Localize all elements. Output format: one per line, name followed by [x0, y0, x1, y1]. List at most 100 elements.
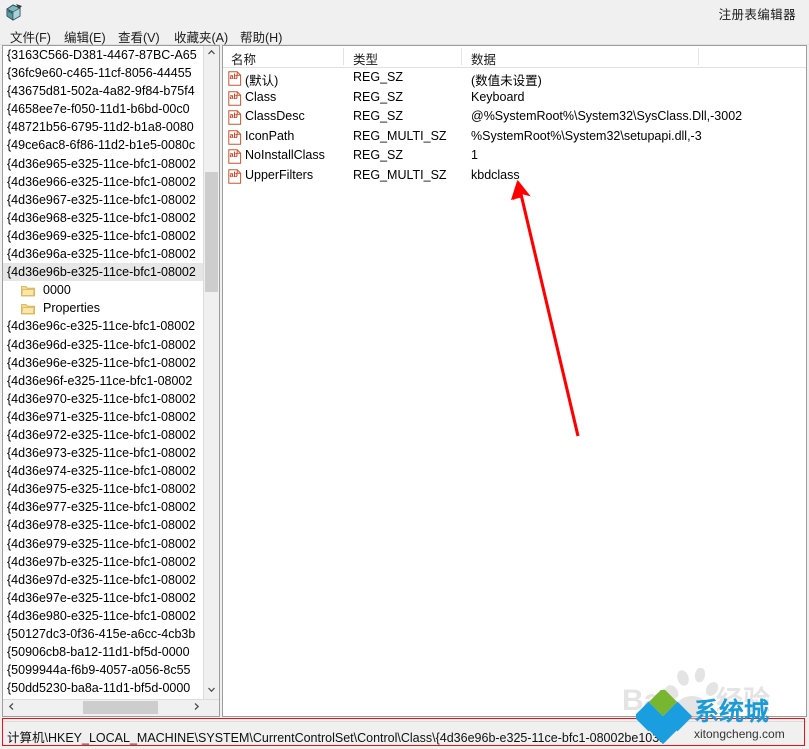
- chevron-up-icon[interactable]: [204, 46, 219, 62]
- tree-item-key[interactable]: {36fc9e60-c465-11cf-8056-44455: [3, 64, 206, 82]
- tree-item-label: {50906cb8-ba12-11d1-bf5d-0000: [7, 645, 190, 660]
- tree-item-label: {4658ee7e-f050-11d1-b6bd-00c0: [7, 102, 190, 117]
- tree-item-folder[interactable]: Properties: [3, 299, 206, 317]
- string-value-icon: ab: [228, 71, 242, 86]
- values-column-header[interactable]: 名称 类型 数据: [223, 46, 806, 68]
- string-value-icon: ab: [228, 149, 242, 165]
- tree-item-key[interactable]: {4d36e966-e325-11ce-bfc1-08002: [3, 173, 206, 191]
- tree-item-key[interactable]: {4d36e96a-e325-11ce-bfc1-08002: [3, 245, 206, 263]
- tree-item-key[interactable]: {3163C566-D381-4467-87BC-A65: [3, 46, 206, 64]
- menu-item-2[interactable]: 查看(V): [116, 27, 162, 46]
- tree-item-key[interactable]: {50906cb8-ba12-11d1-bf5d-0000: [3, 643, 206, 661]
- tree-vertical-scrollbar[interactable]: [203, 46, 219, 699]
- column-header-1[interactable]: 类型: [353, 49, 378, 68]
- tree-item-key[interactable]: {4d36e972-e325-11ce-bfc1-08002: [3, 426, 206, 444]
- svg-text:ab: ab: [230, 74, 238, 81]
- tree-item-key[interactable]: {5099944a-f6b9-4057-a056-8c55: [3, 661, 206, 679]
- folder-icon: [21, 302, 35, 315]
- tree-item-key[interactable]: {4d36e979-e325-11ce-bfc1-08002: [3, 535, 206, 553]
- value-type: REG_SZ: [353, 89, 404, 104]
- tree-item-key[interactable]: {4d36e97b-e325-11ce-bfc1-08002: [3, 553, 206, 571]
- chevron-left-icon[interactable]: [3, 700, 19, 716]
- tree-item-label: {4d36e965-e325-11ce-bfc1-08002: [7, 156, 196, 171]
- tree-item-key[interactable]: {4d36e965-e325-11ce-bfc1-08002: [3, 155, 206, 173]
- string-value-icon: ab: [228, 90, 242, 106]
- tree-item-key[interactable]: {4d36e97e-e325-11ce-bfc1-08002: [3, 589, 206, 607]
- value-row[interactable]: ab ClassDesc REG_SZ @%SystemRoot%\System32\…: [223, 108, 806, 128]
- tree-item-key[interactable]: {49ce6ac8-6f86-11d2-b1e5-0080c: [3, 136, 206, 154]
- tree-item-key[interactable]: {4d36e973-e325-11ce-bfc1-08002: [3, 444, 206, 462]
- tree-item-label: {4d36e975-e325-11ce-bfc1-08002: [7, 482, 196, 497]
- tree-horizontal-scrollbar[interactable]: [3, 699, 219, 716]
- chevron-right-icon[interactable]: [188, 700, 204, 716]
- value-data: (数值未设置): [471, 74, 542, 88]
- tree-item-key[interactable]: {4d36e96d-e325-11ce-bfc1-08002: [3, 336, 206, 354]
- svg-text:ab: ab: [230, 153, 238, 160]
- tree-item-key[interactable]: {50dd5230-ba8a-11d1-bf5d-0000: [3, 679, 206, 697]
- tree-item-label: {4d36e96f-e325-11ce-bfc1-08002: [7, 373, 193, 388]
- tree-scroll-thumb[interactable]: [205, 172, 218, 292]
- tree-item-key[interactable]: {4d36e967-e325-11ce-bfc1-08002: [3, 191, 206, 209]
- string-value-icon: ab: [228, 169, 242, 184]
- registry-values-pane: 名称 类型 数据 ab (默认) REG_SZ (数值未设置) ab Class REG_SZ K…: [222, 45, 807, 717]
- tree-item-key[interactable]: {4d36e980-e325-11ce-bfc1-08002: [3, 607, 206, 625]
- tree-hscroll-thumb[interactable]: [83, 701, 158, 714]
- string-value-icon: ab: [228, 130, 242, 145]
- title-bar: 注册表编辑器: [0, 0, 809, 25]
- menu-item-4[interactable]: 帮助(H): [238, 27, 284, 46]
- tree-item-label: {4d36e973-e325-11ce-bfc1-08002: [7, 446, 196, 461]
- tree-item-label: {4d36e96a-e325-11ce-bfc1-08002: [7, 247, 196, 262]
- tree-item-key[interactable]: {4d36e969-e325-11ce-bfc1-08002: [3, 227, 206, 245]
- tree-item-key[interactable]: {4d36e96c-e325-11ce-bfc1-08002: [3, 317, 206, 335]
- tree-item-label: {50dd5230-ba8a-11d1-bf5d-0000: [7, 681, 191, 696]
- tree-item-key[interactable]: {4d36e97d-e325-11ce-bfc1-08002: [3, 571, 206, 589]
- tree-item-key[interactable]: {4d36e970-e325-11ce-bfc1-08002: [3, 390, 206, 408]
- tree-item-key[interactable]: {43675d81-502a-4a82-9f84-b75f4: [3, 82, 206, 100]
- value-type: REG_SZ: [353, 148, 404, 163]
- svg-text:ab: ab: [230, 113, 238, 120]
- registry-tree-pane: {3163C566-D381-4467-87BC-A65 {36fc9e60-c4…: [2, 45, 220, 717]
- tree-item-key[interactable]: {4d36e971-e325-11ce-bfc1-08002: [3, 408, 206, 426]
- chevron-down-icon[interactable]: [204, 683, 219, 699]
- tree-item-label: {4d36e972-e325-11ce-bfc1-08002: [7, 427, 196, 442]
- tree-item-key[interactable]: {48721b56-6795-11d2-b1a8-0080: [3, 118, 206, 136]
- tree-item-key[interactable]: {4d36e977-e325-11ce-bfc1-08002: [3, 498, 206, 516]
- column-divider[interactable]: [343, 48, 344, 65]
- value-row[interactable]: ab UpperFilters REG_MULTI_SZ kbdclass: [223, 167, 806, 187]
- menu-item-0[interactable]: 文件(F): [8, 27, 53, 46]
- tree-item-key[interactable]: {4d36e975-e325-11ce-bfc1-08002: [3, 480, 206, 498]
- tree-item-key[interactable]: {4d36e96f-e325-11ce-bfc1-08002: [3, 372, 206, 390]
- tree-item-key[interactable]: {50127dc3-0f36-415e-a6cc-4cb3b: [3, 625, 206, 643]
- value-type: REG_SZ: [353, 109, 404, 124]
- tree-item-label: {4d36e966-e325-11ce-bfc1-08002: [7, 174, 196, 189]
- tree-item-label: {43675d81-502a-4a82-9f84-b75f4: [7, 84, 195, 99]
- tree-item-label: {4d36e97e-e325-11ce-bfc1-08002: [7, 590, 196, 605]
- menu-item-3[interactable]: 收藏夹(A): [172, 27, 230, 46]
- tree-item-label: {36fc9e60-c465-11cf-8056-44455: [7, 66, 192, 81]
- value-row[interactable]: ab Class REG_SZ Keyboard: [223, 89, 806, 109]
- folder-icon: [21, 284, 35, 297]
- column-divider[interactable]: [698, 48, 699, 65]
- value-row[interactable]: ab NoInstallClass REG_SZ 1: [223, 147, 806, 167]
- value-type: REG_MULTI_SZ: [353, 128, 447, 143]
- tree-item-key[interactable]: {4d36e96b-e325-11ce-bfc1-08002: [3, 263, 206, 282]
- tree-item-label: {4d36e967-e325-11ce-bfc1-08002: [7, 192, 196, 207]
- tree-item-key[interactable]: {4658ee7e-f050-11d1-b6bd-00c0: [3, 100, 206, 118]
- tree-item-key[interactable]: {4d36e96e-e325-11ce-bfc1-08002: [3, 354, 206, 372]
- tree-item-key[interactable]: {4d36e968-e325-11ce-bfc1-08002: [3, 209, 206, 227]
- value-row[interactable]: ab (默认) REG_SZ (数值未设置): [223, 69, 806, 89]
- string-value-icon: ab: [228, 110, 242, 125]
- svg-text:ab: ab: [230, 94, 238, 101]
- tree-item-label: {50127dc3-0f36-415e-a6cc-4cb3b: [7, 627, 196, 641]
- tree-item-key[interactable]: {4d36e974-e325-11ce-bfc1-08002: [3, 462, 206, 480]
- tree-item-label: {4d36e97d-e325-11ce-bfc1-08002: [7, 572, 196, 587]
- column-header-2[interactable]: 数据: [471, 49, 496, 68]
- registry-tree-list[interactable]: {3163C566-D381-4467-87BC-A65 {36fc9e60-c4…: [3, 46, 206, 699]
- menu-item-1[interactable]: 编辑(E): [62, 27, 108, 46]
- tree-item-folder[interactable]: 0000: [3, 281, 206, 299]
- tree-item-key[interactable]: {4d36e978-e325-11ce-bfc1-08002: [3, 516, 206, 534]
- column-divider[interactable]: [461, 48, 462, 65]
- column-header-0[interactable]: 名称: [231, 49, 256, 68]
- value-row[interactable]: ab IconPath REG_MULTI_SZ %SystemRoot%\Syste…: [223, 128, 806, 148]
- tree-item-label: 0000: [43, 283, 71, 298]
